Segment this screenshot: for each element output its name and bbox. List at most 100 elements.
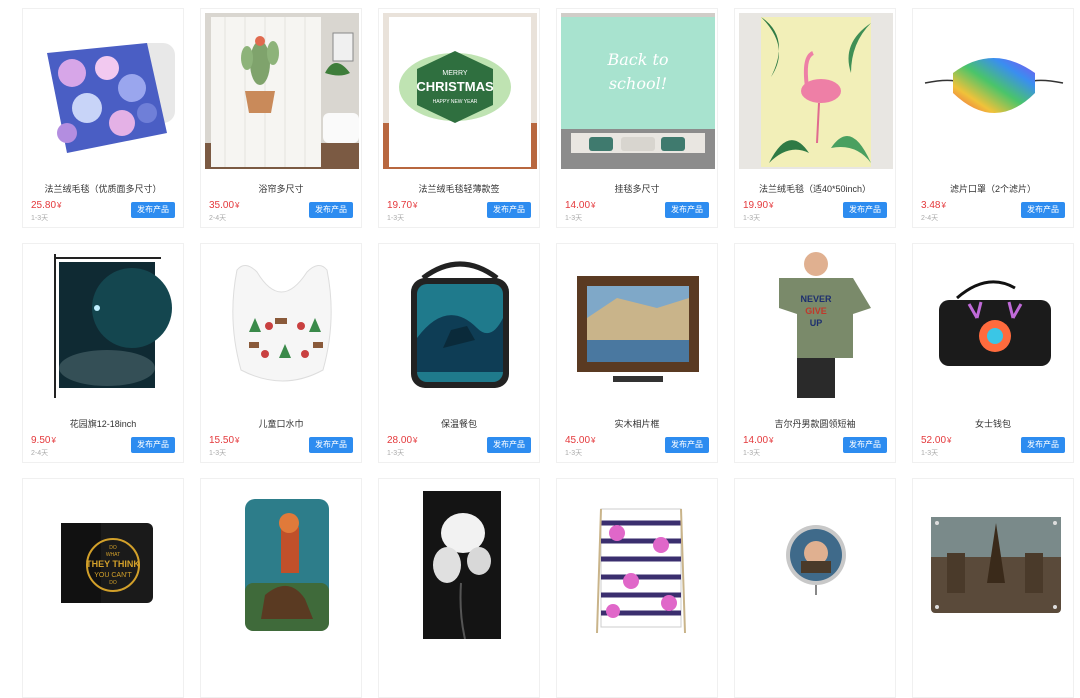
wood-photo-frame-icon (577, 276, 699, 382)
product-card[interactable]: 花园旗12-18inch 9.50¥ 2-4天 发布产品 (22, 243, 184, 463)
product-card[interactable] (556, 478, 718, 698)
product-card[interactable]: 实木相片框 45.00¥ 1-3天 发布产品 (556, 243, 718, 463)
product-image[interactable]: MERRY CHRISTMAS HAPPY NEW YEAR (383, 13, 537, 169)
product-title: 保温餐包 (440, 419, 477, 429)
shipping-days: 1-3天 (565, 450, 583, 457)
publish-product-button[interactable]: 发布产品 (309, 437, 353, 453)
lunch-bag-icon (411, 261, 509, 388)
product-card[interactable]: 浴帘多尺寸 35.00¥ 2-4天 发布产品 (200, 8, 362, 228)
garden-flag-icon (54, 254, 172, 398)
flamingo-blanket-icon (739, 13, 893, 169)
product-card[interactable]: 儿童口水巾 15.50¥ 1-3天 发布产品 (200, 243, 362, 463)
publish-product-button[interactable]: 发布产品 (487, 437, 531, 453)
publish-product-button[interactable]: 发布产品 (1021, 437, 1065, 453)
product-price: 15.50¥ (209, 435, 240, 446)
product-card[interactable]: 滤片口罩（2个滤片） 3.48¥ 2-4天 发布产品 (912, 8, 1074, 228)
publish-product-button[interactable]: 发布产品 (665, 202, 709, 218)
product-image[interactable] (383, 483, 537, 639)
publish-product-button[interactable]: 发布产品 (843, 437, 887, 453)
product-card[interactable]: Back to school! 挂毯多尺寸 14.00¥ 1-3天 发布产品 (556, 8, 718, 228)
publish-product-button[interactable]: 发布产品 (131, 202, 175, 218)
product-image[interactable] (27, 13, 181, 169)
floral-blanket-icon (27, 13, 181, 169)
publish-product-button[interactable]: 发布产品 (131, 437, 175, 453)
product-image[interactable] (205, 13, 359, 169)
product-title: 实木相片框 (614, 419, 660, 429)
drawstring-bag-icon (596, 508, 686, 634)
shipping-days: 1-3天 (387, 215, 405, 222)
product-image[interactable]: Back to school! (561, 13, 715, 169)
product-title: 法兰绒毛毯轻薄款签 (418, 184, 500, 194)
shipping-days: 1-3天 (387, 450, 405, 457)
image-text: YOU CAN'T (94, 572, 132, 579)
product-image[interactable] (561, 248, 715, 404)
product-image[interactable] (205, 248, 359, 404)
shipping-days: 1-3天 (743, 215, 761, 222)
product-image[interactable] (917, 483, 1071, 639)
image-text: Back to (606, 50, 668, 69)
product-card[interactable]: DO WHAT THEY THINK YOU CAN'T DO (22, 478, 184, 698)
shipping-days: 2-4天 (209, 215, 227, 222)
product-image[interactable] (205, 483, 359, 639)
product-image[interactable] (739, 483, 893, 639)
product-price: 19.70¥ (387, 200, 418, 211)
product-card[interactable]: NEVER GIVE UP 吉尔丹男款圆领短袖 14.00¥ 1-3天 发布产品 (734, 243, 896, 463)
mens-wallet-icon: DO WHAT THEY THINK YOU CAN'T DO (61, 523, 153, 603)
image-text: GIVE (805, 306, 827, 316)
product-card[interactable] (200, 478, 362, 698)
rainbow-mask-icon (924, 58, 1064, 113)
product-price: 14.00¥ (743, 435, 774, 446)
shipping-days: 1-3天 (743, 450, 761, 457)
back-to-school-tapestry-icon: Back to school! (561, 13, 715, 169)
image-text: UP (810, 318, 823, 328)
image-text: school! (609, 74, 667, 93)
publish-product-button[interactable]: 发布产品 (1021, 202, 1065, 218)
product-card[interactable] (378, 478, 540, 698)
wallet-clutch-icon (939, 280, 1051, 366)
product-image[interactable] (917, 248, 1071, 404)
product-card[interactable]: MERRY CHRISTMAS HAPPY NEW YEAR 法兰绒毛毯轻薄款签… (378, 8, 540, 228)
pocket-watch-icon (786, 525, 846, 595)
product-title: 花园旗12-18inch (69, 419, 137, 429)
product-card[interactable] (912, 478, 1074, 698)
product-image[interactable] (27, 248, 181, 404)
shipping-days: 2-4天 (31, 450, 49, 457)
product-image[interactable] (917, 13, 1071, 169)
product-grid: 法兰绒毛毯（优质面多尺寸） 25.80¥ 1-3天 发布产品 浴帘多尺寸 35.… (0, 0, 1080, 698)
shipping-days: 1-3天 (209, 450, 227, 457)
product-card[interactable]: 保温餐包 28.00¥ 1-3天 发布产品 (378, 243, 540, 463)
product-image[interactable] (561, 483, 715, 639)
publish-product-button[interactable]: 发布产品 (843, 202, 887, 218)
product-title: 吉尔丹男款圆领短袖 (774, 419, 856, 429)
phone-case-icon (245, 499, 329, 631)
product-image[interactable]: DO WHAT THEY THINK YOU CAN'T DO (27, 483, 181, 639)
product-price: 45.00¥ (565, 435, 596, 446)
image-text: NEVER (800, 294, 832, 304)
publish-product-button[interactable]: 发布产品 (665, 437, 709, 453)
image-text: WHAT (106, 552, 120, 558)
baby-bib-icon (232, 265, 332, 382)
product-price: 28.00¥ (387, 435, 418, 446)
product-price: 14.00¥ (565, 200, 596, 211)
product-title: 法兰绒毛毯（优质面多尺寸） (44, 184, 162, 194)
product-price: 35.00¥ (209, 200, 240, 211)
publish-product-button[interactable]: 发布产品 (309, 202, 353, 218)
publish-product-button[interactable]: 发布产品 (487, 202, 531, 218)
image-text: MERRY (442, 70, 467, 77)
product-price: 19.90¥ (743, 200, 774, 211)
product-title: 儿童口水巾 (258, 419, 304, 429)
product-title: 滤片口罩（2个滤片） (949, 184, 1036, 194)
shipping-days: 1-3天 (31, 215, 49, 222)
product-image[interactable] (739, 13, 893, 169)
product-price: 9.50¥ (31, 435, 56, 446)
product-card[interactable]: 法兰绒毛毯（优质面多尺寸） 25.80¥ 1-3天 发布产品 (22, 8, 184, 228)
product-card[interactable] (734, 478, 896, 698)
product-card[interactable]: 女士钱包 52.00¥ 1-3天 发布产品 (912, 243, 1074, 463)
product-price: 25.80¥ (31, 200, 62, 211)
image-text: DO (109, 545, 117, 551)
product-title: 女士钱包 (974, 419, 1011, 429)
product-image[interactable]: NEVER GIVE UP (739, 248, 893, 404)
product-card[interactable]: 法兰绒毛毯（适40*50inch） 19.90¥ 1-3天 发布产品 (734, 8, 896, 228)
product-title: 挂毯多尺寸 (614, 184, 660, 194)
product-image[interactable] (383, 248, 537, 404)
